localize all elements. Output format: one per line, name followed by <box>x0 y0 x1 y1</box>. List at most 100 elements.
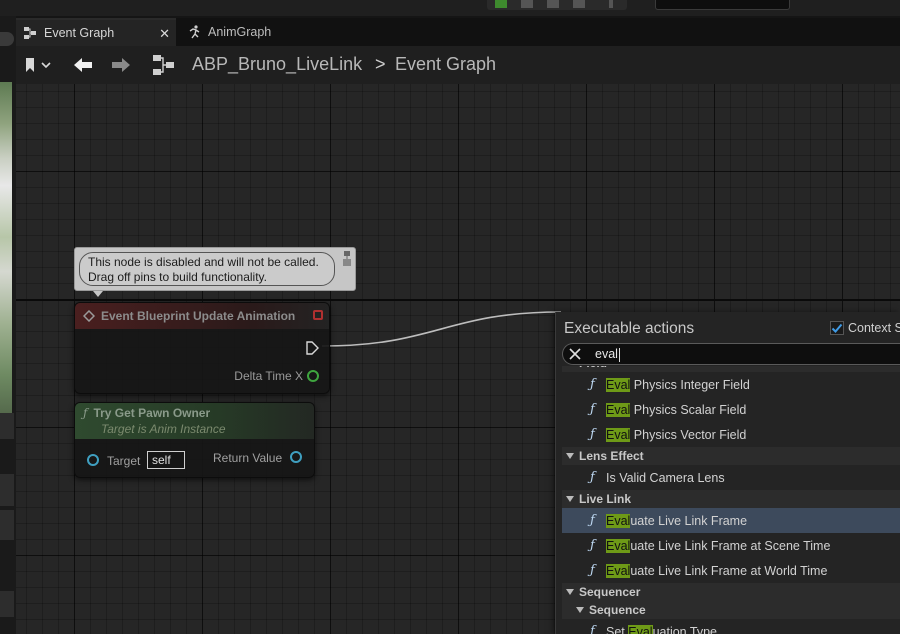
action-item[interactable]: ƒ Eval Physics Scalar Field <box>562 397 900 422</box>
menu-title: Executable actions <box>564 320 695 337</box>
search-match-highlight: Eval <box>606 538 631 553</box>
function-icon: ƒ <box>590 470 595 485</box>
breadcrumb-asset[interactable]: ABP_Bruno_LiveLink <box>192 54 362 75</box>
node-title-text: Try Get Pawn Owner <box>93 406 211 420</box>
search-match-highlight: Eval <box>606 427 631 442</box>
target-value-field[interactable]: self <box>147 451 185 469</box>
action-label: uate Live Link Frame at World Time <box>630 563 828 578</box>
side-button[interactable] <box>0 474 14 506</box>
category-label: Field <box>579 366 607 370</box>
context-sensitive-toggle[interactable]: Context S <box>830 321 900 335</box>
function-icon: ƒ <box>590 563 595 578</box>
category-label: Sequence <box>589 603 646 617</box>
graph-origin-line <box>16 299 900 301</box>
expand-triangle-icon[interactable] <box>566 453 574 459</box>
function-icon: ƒ <box>590 402 595 417</box>
expand-triangle-icon[interactable] <box>566 496 574 502</box>
expand-arrow-icon[interactable] <box>0 413 14 439</box>
stop-icon[interactable] <box>547 0 559 8</box>
node-title: ƒ Try Get Pawn Owner <box>83 406 314 420</box>
search-match-highlight: Eval <box>606 402 631 417</box>
action-menu: Executable actions Context S eval Field ƒ… <box>555 312 900 634</box>
search-value: eval <box>595 347 618 361</box>
arrow-left-icon <box>74 58 92 72</box>
target-label: Target <box>107 454 141 468</box>
context-label: Context S <box>848 321 900 335</box>
function-icon: ƒ <box>590 538 595 553</box>
action-list[interactable]: Field ƒ Eval Physics Integer Field ƒ Eval Ph… <box>562 366 900 634</box>
side-button[interactable] <box>0 510 14 540</box>
more-options-icon[interactable] <box>609 0 613 8</box>
category-label: Live Link <box>579 492 632 506</box>
action-label: uate Live Link Frame at Scene Time <box>630 538 831 553</box>
expand-triangle-icon[interactable] <box>566 589 574 595</box>
bookmark-dropdown-button[interactable] <box>22 54 54 76</box>
back-button[interactable] <box>70 54 96 76</box>
side-button[interactable] <box>0 591 14 617</box>
function-icon: ƒ <box>590 427 595 442</box>
tab-anim-graph[interactable]: AnimGraph <box>180 18 290 46</box>
return-out-pin-icon[interactable] <box>290 451 302 463</box>
action-item[interactable]: ƒ Eval uate Live Link Frame at Scene Time <box>562 533 900 558</box>
event-graph-icon <box>22 25 38 41</box>
category-lens-effect[interactable]: Lens Effect <box>562 447 900 465</box>
float-out-pin-icon[interactable] <box>307 370 319 382</box>
action-search-input[interactable]: eval <box>562 343 900 365</box>
function-icon: ƒ <box>83 406 88 420</box>
expand-triangle-icon[interactable] <box>576 607 584 613</box>
comment-tail <box>93 291 103 297</box>
search-match-highlight: Eval <box>606 513 631 528</box>
play-icon[interactable] <box>495 0 507 8</box>
toolbar-search-box[interactable] <box>655 0 790 10</box>
node-header: Event Blueprint Update Animation <box>75 303 329 329</box>
delta-time-label: Delta Time X <box>234 369 303 383</box>
forward-button[interactable] <box>108 54 134 76</box>
return-value-label: Return Value <box>213 451 283 465</box>
action-item[interactable]: ƒ Eval Physics Vector Field <box>562 422 900 447</box>
checkmark-icon <box>831 323 843 333</box>
breadcrumb-separator: > <box>375 54 386 74</box>
close-icon[interactable]: ✕ <box>159 26 170 42</box>
action-item[interactable]: ƒ Eval uate Live Link Frame at World Time <box>562 558 900 583</box>
document-tab-bar: Event Graph ✕ AnimGraph <box>16 18 900 46</box>
action-label: Physics Integer Field <box>630 377 750 392</box>
node-title: Event Blueprint Update Animation <box>101 309 296 323</box>
try-get-pawn-owner-node[interactable]: ƒ Try Get Pawn Owner Target is Anim Insta… <box>74 402 315 478</box>
panel-handle-icon[interactable] <box>0 32 14 46</box>
event-diamond-icon <box>83 310 95 322</box>
pin-icon[interactable] <box>342 250 352 268</box>
action-label: Is Valid Camera Lens <box>606 470 725 485</box>
breadcrumb-graph[interactable]: Event Graph <box>395 54 496 75</box>
action-item[interactable]: ƒ Eval Physics Integer Field <box>562 372 900 397</box>
delegate-pin-icon[interactable] <box>313 310 323 320</box>
category-sequencer[interactable]: Sequencer <box>562 583 900 601</box>
step-icon[interactable] <box>521 0 533 8</box>
node-header: ƒ Try Get Pawn Owner Target is Anim Insta… <box>75 403 314 439</box>
left-viewport-strip <box>0 16 16 634</box>
category-label: Lens Effect <box>579 449 644 463</box>
disabled-node-comment: This node is disabled and will not be ca… <box>74 247 356 297</box>
action-item[interactable]: ƒ Set Eval uation Type <box>562 619 900 634</box>
action-label: Physics Vector Field <box>630 427 747 442</box>
target-in-pin-icon[interactable] <box>87 454 99 466</box>
category-sequence[interactable]: Sequence <box>562 601 900 619</box>
action-item[interactable]: ƒ Is Valid Camera Lens <box>562 465 900 490</box>
clear-search-icon[interactable] <box>569 348 581 360</box>
action-label: uation Type <box>652 624 717 634</box>
checkbox[interactable] <box>830 321 844 335</box>
function-icon: ƒ <box>590 513 595 528</box>
comment-line-1: This node is disabled and will not be ca… <box>88 255 319 269</box>
eject-icon[interactable] <box>573 0 585 8</box>
top-toolbar-strip <box>0 0 900 16</box>
action-prefix: Set <box>606 624 629 634</box>
tab-event-graph[interactable]: Event Graph ✕ <box>16 18 176 46</box>
exec-out-pin-icon[interactable] <box>305 341 319 355</box>
search-match-highlight: Eval <box>606 377 631 392</box>
graph-hierarchy-icon <box>150 54 178 76</box>
tab-label: Event Graph <box>44 26 115 40</box>
action-item[interactable]: ƒ Eval uate Live Link Frame <box>562 508 900 533</box>
search-match-highlight: Eval <box>628 624 653 634</box>
event-update-animation-node[interactable]: Event Blueprint Update Animation Delta T… <box>74 302 330 394</box>
category-live-link[interactable]: Live Link <box>562 490 900 508</box>
play-controls[interactable] <box>487 0 627 10</box>
